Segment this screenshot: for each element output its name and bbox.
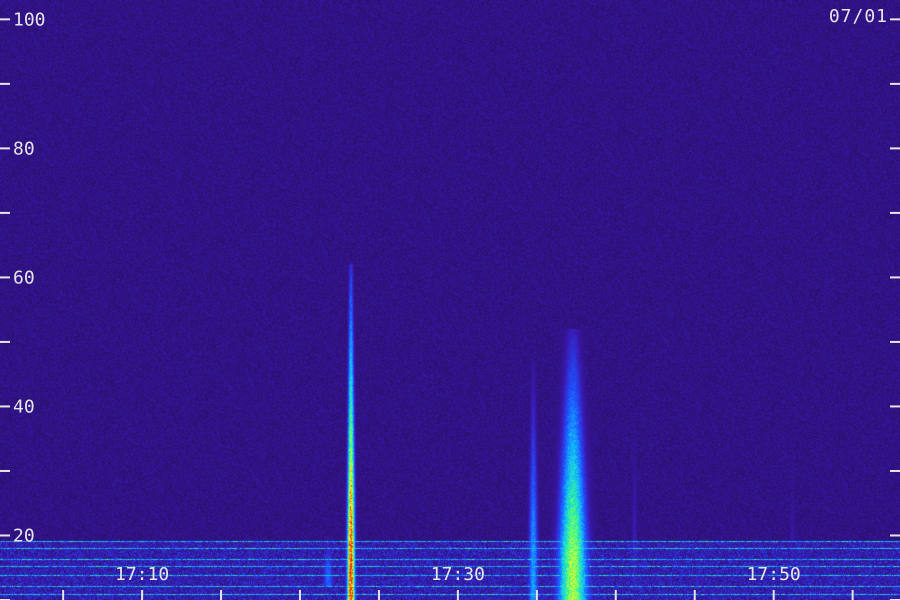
y-tick-label: 80 [13, 138, 35, 159]
x-tick-label: 17:30 [431, 564, 485, 585]
date-label: 07/01 [828, 6, 888, 27]
spectrogram-chart: 100 80 60 40 20 17:10 17:30 17:50 07/01 [0, 0, 900, 600]
x-tick-label: 17:10 [115, 564, 169, 585]
y-tick-label: 20 [13, 525, 35, 546]
y-tick-label: 100 [13, 9, 46, 30]
chart-axes: 100 80 60 40 20 17:10 17:30 17:50 [0, 9, 900, 600]
y-tick-label: 40 [13, 396, 35, 417]
x-tick-label: 17:50 [747, 564, 801, 585]
y-tick-label: 60 [13, 267, 35, 288]
